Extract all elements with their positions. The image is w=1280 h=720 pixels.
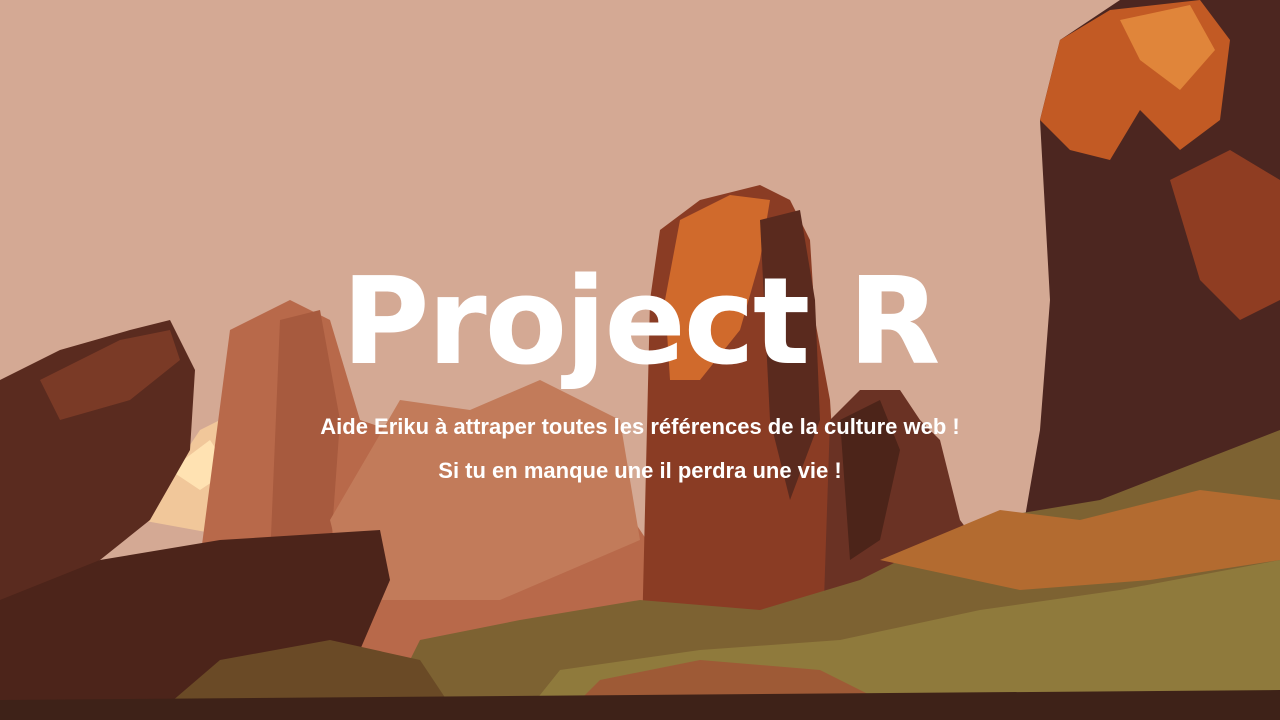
canyon-background	[0, 0, 1280, 720]
title-screen: Project R Aide Eriku à attraper toutes l…	[0, 0, 1280, 720]
